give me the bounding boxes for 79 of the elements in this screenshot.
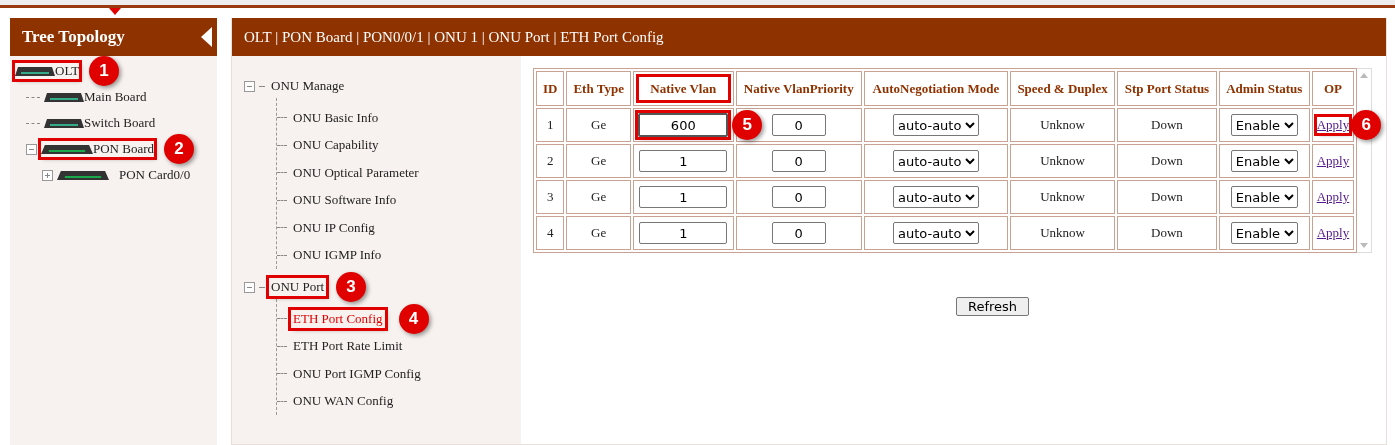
priority-input[interactable]: 0 [771,222,826,244]
table-cell: Unknow [1010,216,1115,250]
menu-item[interactable]: ONU Basic Info [291,108,381,127]
vlan-input[interactable]: 1 [639,222,728,244]
column-header: Native VlanPriority [735,71,862,106]
column-header: AutoNegotiation Mode [863,71,1009,106]
callout-badge: 2 [164,134,195,164]
table-cell: 1 [536,108,565,142]
status-select[interactable]: Enable [1230,186,1298,208]
status-select[interactable]: Enable [1230,222,1298,244]
status-select[interactable]: Enable [1230,150,1298,172]
menu-item[interactable]: ONU Capability [291,136,381,155]
collapse-icon[interactable] [244,281,255,293]
device-icon [57,170,109,180]
status-select[interactable]: Enable [1230,114,1298,136]
table-cell: Down [1117,144,1217,178]
menu-item[interactable]: ONU IGMP Info [291,246,384,265]
tree-node[interactable]: Switch Board [84,115,156,131]
table-cell: Unknow [1010,108,1115,142]
vlan-input[interactable]: 1 [639,186,728,208]
vlan-input[interactable]: 1 [639,150,728,172]
tree-node[interactable]: PON Card0/0 [119,167,191,183]
table-cell: Down [1117,180,1217,214]
device-icon [44,92,84,102]
column-header: OP [1311,71,1355,106]
scroll-down-icon[interactable] [1360,243,1369,248]
refresh-button[interactable]: Refresh [955,297,1030,316]
column-header: Speed & Duplex [1010,71,1115,106]
column-header: Native Vlan [632,71,734,106]
table-cell: Unknow [1010,180,1115,214]
priority-input[interactable]: 0 [771,186,826,208]
device-icon [15,66,55,76]
table-cell: Ge [566,108,631,142]
negotiation-select[interactable]: auto-auto [892,186,979,208]
column-header: Stp Port Status [1117,71,1217,106]
scroll-up-icon[interactable] [1360,73,1369,78]
menu-item[interactable]: ONU Software Info [291,191,399,210]
negotiation-select[interactable]: auto-auto [892,114,979,136]
table-cell: 4 [536,216,565,250]
tree-node[interactable]: PON Board [93,141,155,157]
collapse-icon[interactable] [26,143,37,155]
menu-group[interactable]: ONU Port [269,278,327,296]
table-cell: 2 [536,144,565,178]
table-cell: Unknow [1010,144,1115,178]
negotiation-select[interactable]: auto-auto [892,222,979,244]
callout-badge: 4 [398,303,429,334]
callout-badge: 5 [732,110,763,140]
column-header: Admin Status [1218,71,1310,106]
priority-input[interactable]: 0 [771,114,826,136]
column-header: Eth Type [566,71,631,106]
table-cell: Ge [566,180,631,214]
tree-node[interactable]: Main Board [84,89,147,105]
panel-title: Tree Topology [22,27,125,47]
table-cell: Down [1117,216,1217,250]
column-header: ID [536,71,565,106]
callout-badge: 3 [336,272,367,302]
menu-item[interactable]: ETH Port Config [291,309,385,328]
collapse-panel-icon[interactable] [201,27,213,47]
collapse-icon[interactable] [244,80,255,92]
vlan-input[interactable]: 600 [638,113,729,137]
menu-item[interactable]: ETH Port Rate Limit [291,337,405,356]
table-cell: Ge [566,144,631,178]
menu-item[interactable]: ONU IP Config [291,218,377,237]
tree-node[interactable]: OLT [55,63,80,79]
callout-badge: 6 [1351,110,1382,140]
expand-icon[interactable] [42,169,53,181]
menu-group[interactable]: ONU Manage [269,77,347,95]
table-cell: 3 [536,180,565,214]
priority-input[interactable]: 0 [771,150,826,172]
negotiation-select[interactable]: auto-auto [892,150,979,172]
menu-item[interactable]: ONU Optical Parameter [291,163,421,182]
table-cell: Down [1117,108,1217,142]
device-icon [41,144,93,154]
breadcrumb: OLT | PON Board | PON0/0/1 | ONU 1 | ONU Port | ETH Port Config [244,28,664,46]
menu-item[interactable]: ONU WAN Config [291,392,396,411]
table-cell: Ge [566,216,631,250]
device-icon [44,118,84,128]
menu-item[interactable]: ONU Port IGMP Config [291,364,423,383]
callout-badge: 1 [89,56,120,86]
